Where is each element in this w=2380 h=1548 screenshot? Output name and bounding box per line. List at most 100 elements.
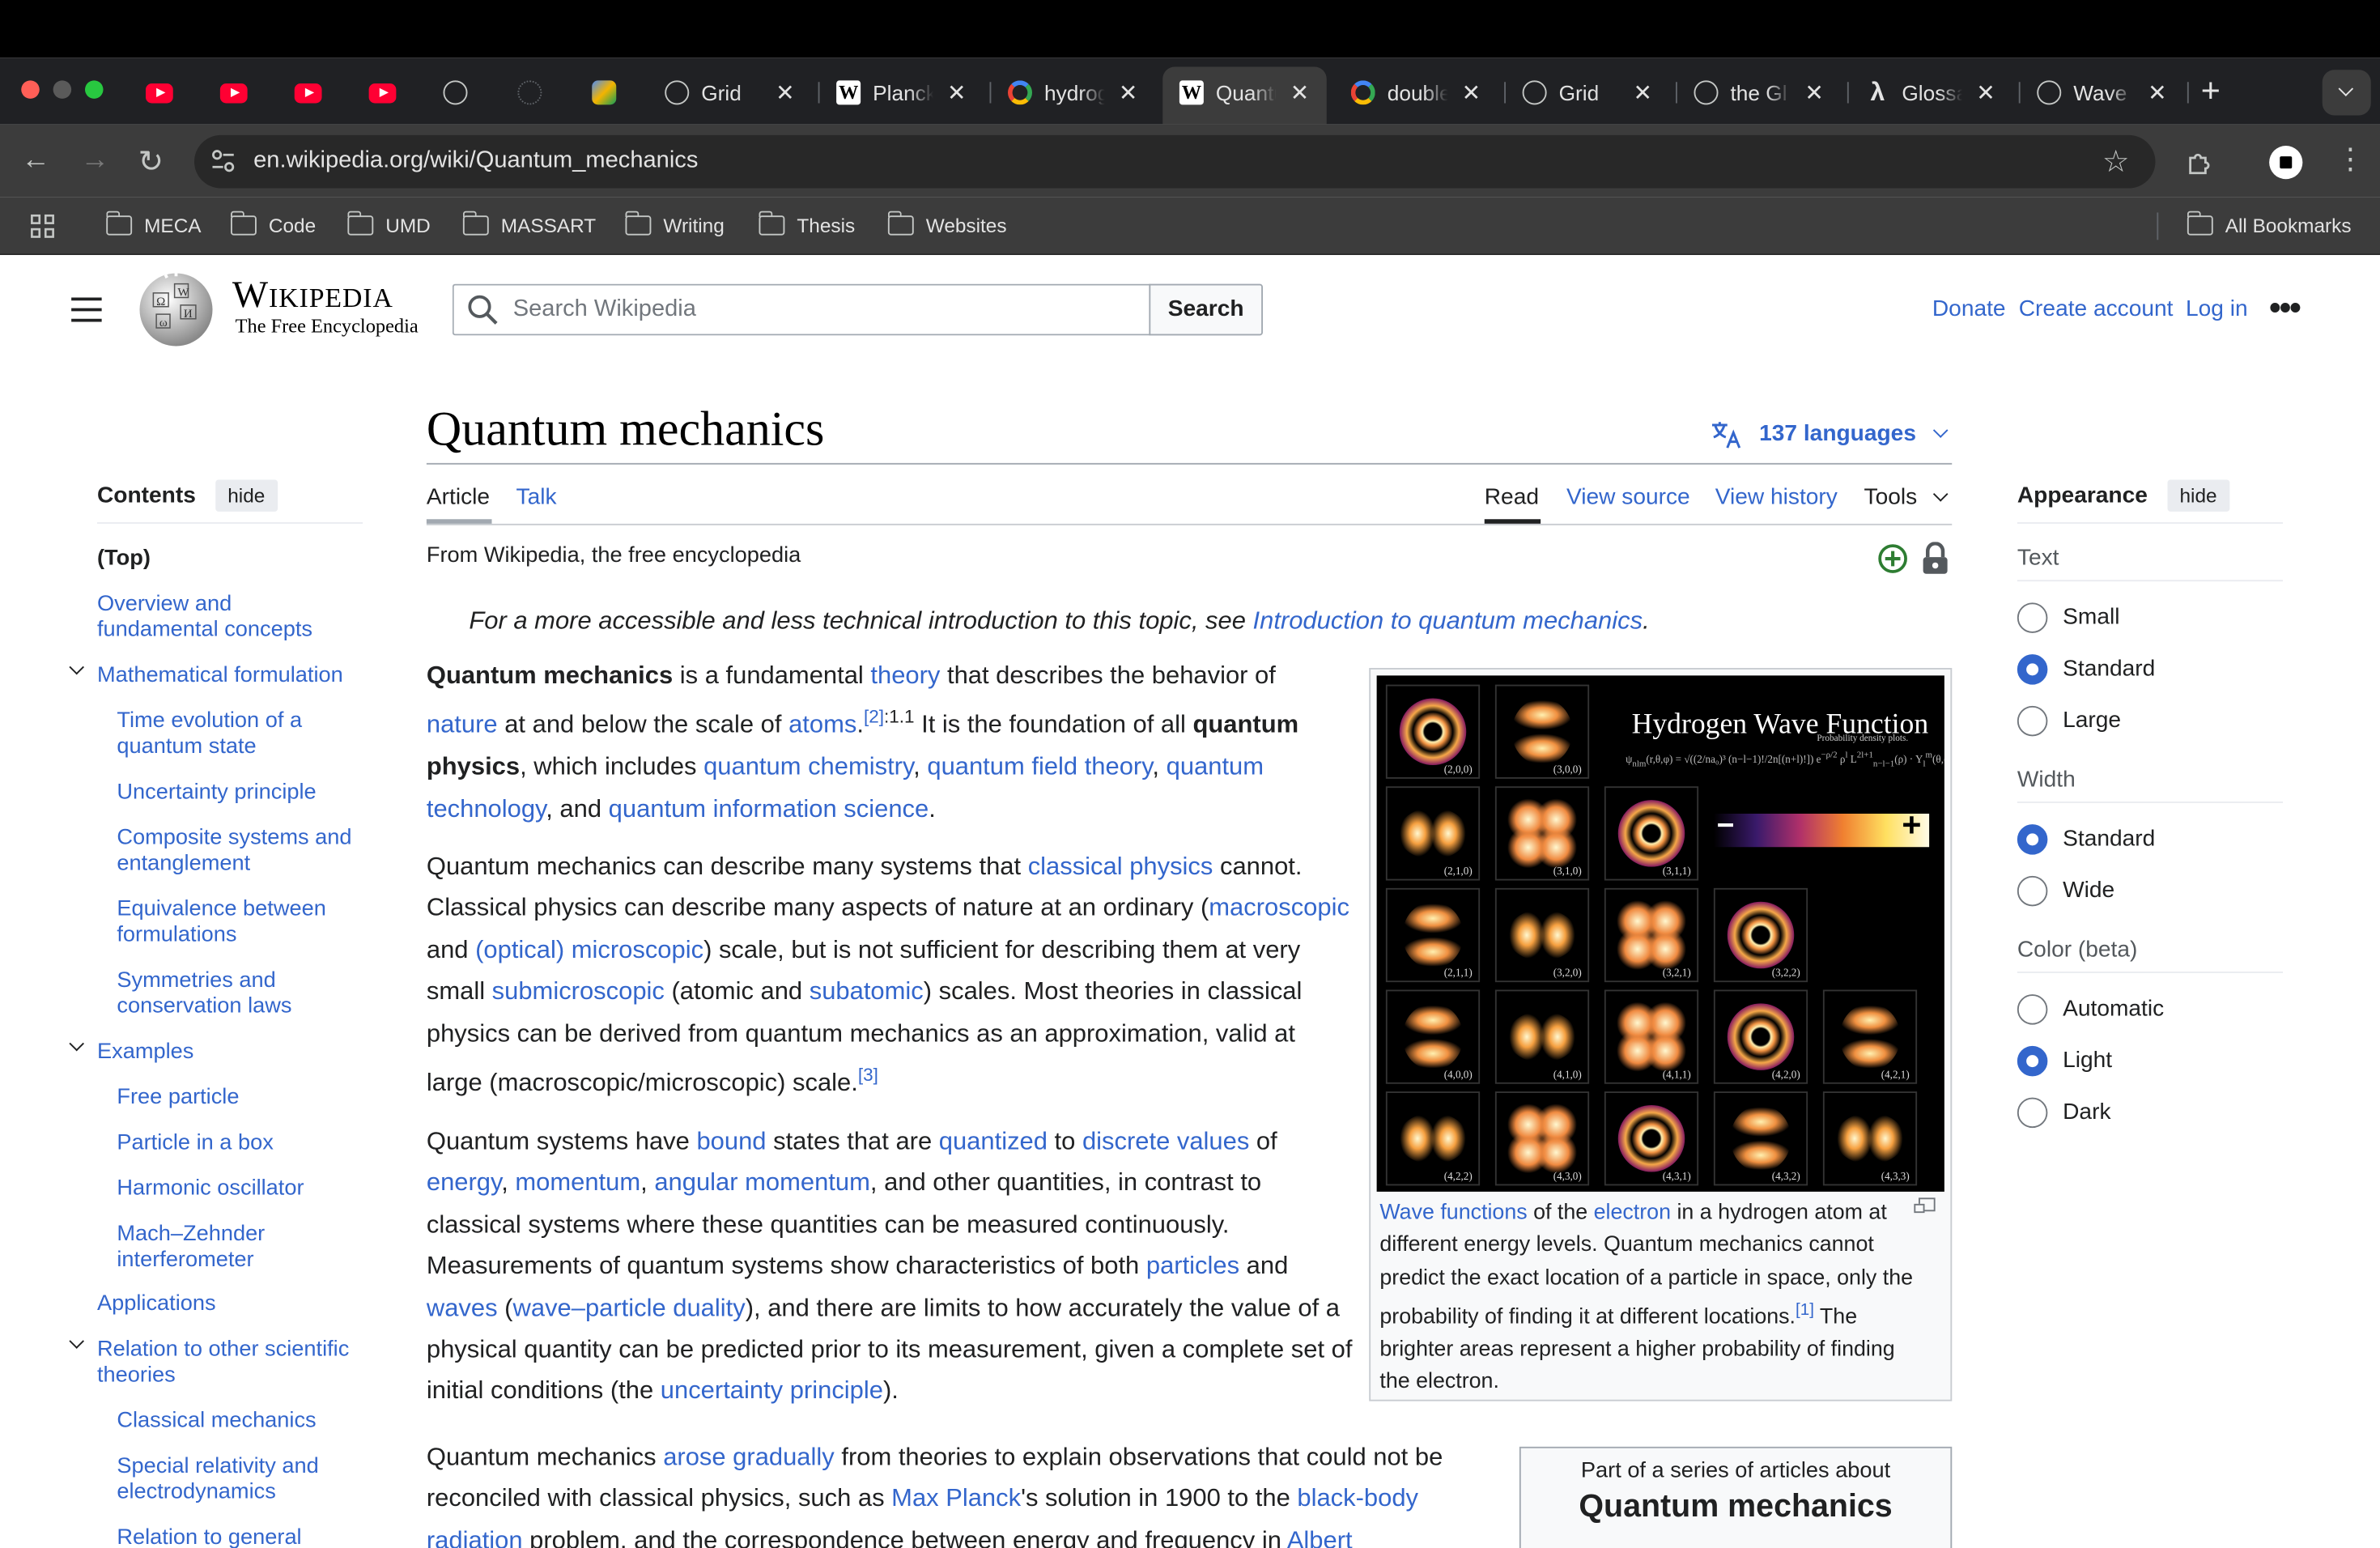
tab-talk[interactable]: Talk <box>516 484 557 510</box>
create-account-link[interactable]: Create account <box>2019 296 2174 322</box>
toc-item-equivalence[interactable]: Equivalence between formulations <box>117 897 344 949</box>
tab-youtube-2[interactable] <box>205 67 266 119</box>
close-tab-icon[interactable]: ✕ <box>947 79 967 106</box>
forward-button[interactable]: → <box>80 144 109 177</box>
toc-item-composite[interactable]: Composite systems and entanglement <box>117 826 367 878</box>
reload-button[interactable]: ↻ <box>138 142 164 181</box>
tab-youtube-3[interactable] <box>279 67 340 119</box>
toc-item-uncertainty[interactable]: Uncertainty principle <box>117 780 359 806</box>
site-info-icon[interactable] <box>210 147 237 175</box>
toc-item-general[interactable]: Relation to general <box>117 1525 359 1548</box>
tab-wave[interactable]: Wave ✕ <box>2022 67 2189 119</box>
close-tab-icon[interactable]: ✕ <box>2148 79 2167 106</box>
text-standard-radio[interactable] <box>2017 654 2048 685</box>
more-options-icon[interactable]: ••• <box>2269 288 2301 328</box>
donate-link[interactable]: Donate <box>1932 296 2006 322</box>
close-tab-icon[interactable]: ✕ <box>1462 79 1481 106</box>
toc-item-classical[interactable]: Classical mechanics <box>117 1409 359 1435</box>
color-light-radio[interactable] <box>2017 1045 2048 1077</box>
toc-item-applications[interactable]: Applications <box>97 1292 355 1318</box>
all-bookmarks[interactable]: All Bookmarks <box>2186 211 2352 237</box>
close-tab-icon[interactable]: ✕ <box>1119 79 1138 106</box>
main-menu-button[interactable] <box>71 296 102 324</box>
tab-the-gl[interactable]: the Gl ✕ <box>1679 67 1846 119</box>
tab-view-history[interactable]: View history <box>1715 484 1838 510</box>
tab-planck[interactable]: W Planck ✕ <box>821 67 988 119</box>
toc-item-free-particle[interactable]: Free particle <box>117 1086 359 1112</box>
bookmark-code[interactable]: Code <box>230 211 316 237</box>
close-tab-icon[interactable]: ✕ <box>1804 79 1824 106</box>
wikipedia-wordmark[interactable]: Wikipedia <box>232 274 393 317</box>
toc-item-examples[interactable]: Examples <box>97 1040 355 1065</box>
bookmark-websites[interactable]: Websites <box>886 211 1007 237</box>
bookmark-massart[interactable]: MASSART <box>461 211 596 237</box>
log-in-link[interactable]: Log in <box>2186 296 2248 322</box>
toc-item-harmonic[interactable]: Harmonic oscillator <box>117 1176 359 1202</box>
languages-button[interactable]: 137 languages <box>1759 420 1916 446</box>
close-window-button[interactable] <box>21 80 40 99</box>
toc-item-math-formulation[interactable]: Mathematical formulation <box>97 663 363 689</box>
tab-grid-1[interactable]: Grid ✕ <box>650 67 817 119</box>
toc-collapse-icon[interactable] <box>69 659 84 675</box>
tab-youtube-1[interactable] <box>130 67 191 119</box>
profile-avatar[interactable] <box>2269 146 2303 180</box>
text-large-radio[interactable] <box>2017 705 2048 737</box>
bookmark-meca[interactable]: MECA <box>105 211 202 237</box>
tab-tools[interactable]: Tools <box>1864 484 1918 510</box>
tab-grid-2[interactable]: Grid ✕ <box>1507 67 1674 119</box>
toc-item-relation[interactable]: Relation to other scientific theories <box>97 1337 371 1389</box>
chevron-down-icon[interactable] <box>1932 423 1949 438</box>
width-wide-radio[interactable] <box>2017 875 2048 907</box>
width-standard-radio[interactable] <box>2017 824 2048 855</box>
toc-item-top[interactable]: (Top) <box>97 546 355 572</box>
bookmark-thesis[interactable]: Thesis <box>758 211 855 237</box>
tab-globe[interactable] <box>428 67 489 119</box>
hydrogen-wave-function-image[interactable]: Hydrogen Wave Function Probability densi… <box>1376 675 1944 1192</box>
tab-loading[interactable] <box>503 67 563 119</box>
good-article-icon[interactable] <box>1877 543 1908 574</box>
chevron-down-icon[interactable] <box>1932 487 1949 502</box>
color-dark-radio[interactable] <box>2017 1097 2048 1129</box>
tab-quantum-active[interactable]: WQuantum✕ <box>1164 67 1331 119</box>
toc-hide-button[interactable]: hide <box>215 479 278 512</box>
new-tab-button[interactable]: + <box>2201 71 2221 111</box>
maximize-window-button[interactable] <box>85 80 104 99</box>
toc-item-special-relativity[interactable]: Special relativity and electrodynamics <box>117 1454 337 1506</box>
toc-item-time-evolution[interactable]: Time evolution of a quantum state <box>117 709 344 761</box>
series-title[interactable]: Quantum mechanics <box>1519 1489 1952 1525</box>
wikipedia-globe-logo[interactable]: ΩWИω <box>135 272 217 348</box>
lock-icon[interactable] <box>1922 542 1949 575</box>
color-automatic-radio[interactable] <box>2017 994 2048 1025</box>
tab-youtube-4[interactable] <box>354 67 414 119</box>
intro-link[interactable]: Introduction to quantum mechanics <box>1253 607 1643 635</box>
tab-glossary[interactable]: λGlossary✕ <box>1851 67 2017 119</box>
bookmark-umd[interactable]: UMD <box>346 211 431 237</box>
toc-item-symmetries[interactable]: Symmetries and conservation laws <box>117 968 329 1020</box>
tab-read[interactable]: Read <box>1485 484 1539 510</box>
tab-search-button[interactable] <box>2322 70 2371 116</box>
toc-collapse-icon[interactable] <box>69 1036 84 1052</box>
close-tab-icon[interactable]: ✕ <box>1290 79 1310 106</box>
toc-item-overview[interactable]: Overview and fundamental concepts <box>97 592 355 644</box>
tab-article[interactable]: Article <box>427 484 490 510</box>
close-tab-icon[interactable]: ✕ <box>1976 79 1995 106</box>
tab-hydrogen[interactable]: hydrogen✕ <box>992 67 1159 119</box>
tab-double[interactable]: double ✕ <box>1336 67 1502 119</box>
toc-item-mach-zehnder[interactable]: Mach–Zehnder interferometer <box>117 1222 314 1274</box>
toc-item-particle-box[interactable]: Particle in a box <box>117 1131 359 1157</box>
tab-view-source[interactable]: View source <box>1566 484 1690 510</box>
close-tab-icon[interactable]: ✕ <box>776 79 795 106</box>
back-button[interactable]: ← <box>21 144 50 177</box>
bookmark-writing[interactable]: Writing <box>624 211 725 237</box>
tab-app[interactable] <box>577 67 638 119</box>
minimize-window-button[interactable] <box>53 80 72 99</box>
language-icon[interactable] <box>1711 419 1744 450</box>
bookmark-star-icon[interactable]: ☆ <box>2102 142 2130 181</box>
browser-menu-icon[interactable]: ⋮ <box>2336 142 2365 177</box>
toc-collapse-icon[interactable] <box>69 1333 84 1349</box>
apps-grid-icon[interactable] <box>31 214 55 238</box>
close-tab-icon[interactable]: ✕ <box>1634 79 1653 106</box>
search-button[interactable]: Search <box>1149 283 1263 336</box>
appearance-hide-button[interactable]: hide <box>2167 479 2229 512</box>
extensions-icon[interactable] <box>2186 149 2213 176</box>
